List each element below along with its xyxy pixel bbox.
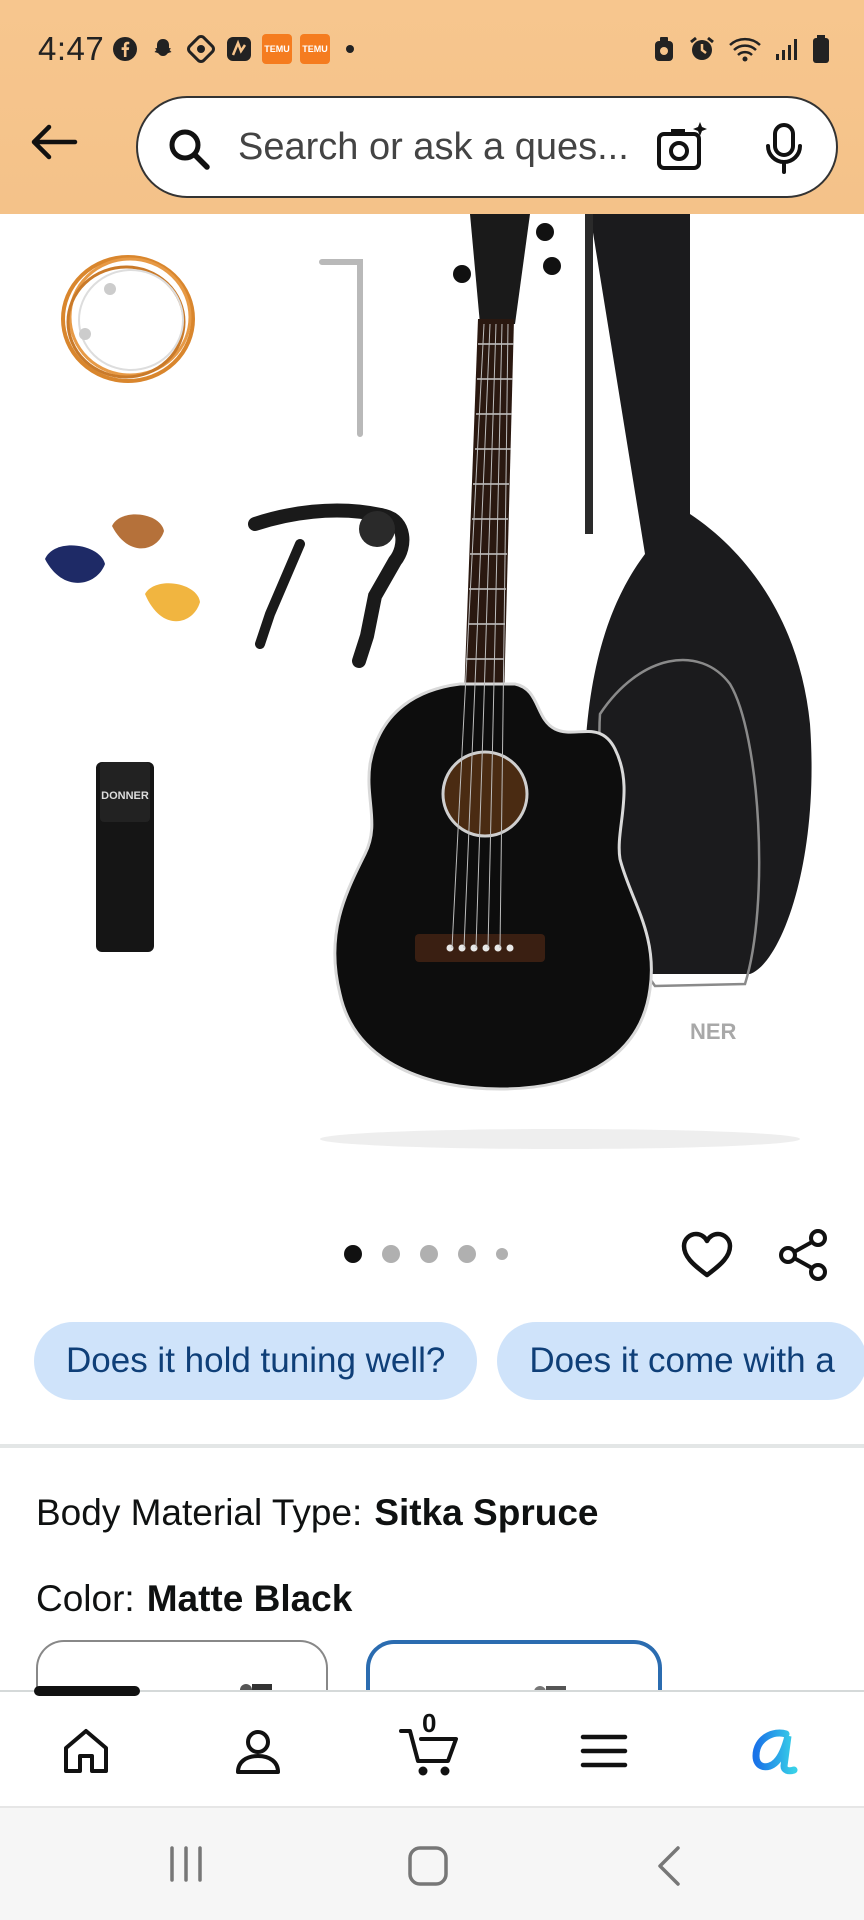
question-chips: Does it hold tuning well? Does it come w…	[34, 1322, 864, 1400]
snapchat-icon	[148, 34, 178, 64]
product-image: DONNER NER	[45, 214, 812, 1149]
color-value: Matte Black	[146, 1578, 353, 1619]
facebook-icon	[110, 34, 140, 64]
carousel-dot[interactable]	[420, 1245, 438, 1263]
nav-menu[interactable]	[568, 1716, 640, 1786]
recent-apps-icon[interactable]	[164, 1844, 208, 1889]
microphone-icon[interactable]	[762, 122, 806, 181]
more-notifications-dot	[346, 45, 354, 53]
question-chip[interactable]: Does it come with a	[497, 1322, 864, 1400]
bag-brand: NER	[690, 1019, 737, 1044]
carousel-indicators	[344, 1245, 508, 1263]
status-bar: 4:47 TEMU TEMU	[0, 0, 864, 96]
body-material-label: Body Material Type:	[36, 1492, 363, 1533]
app-header: 4:47 TEMU TEMU Search or ask a ques...	[0, 0, 864, 214]
battery-saver-icon	[652, 35, 676, 68]
guitar-picks-accessory	[45, 514, 200, 622]
nav-account[interactable]	[222, 1716, 294, 1786]
body-material-row: Body Material Type: Sitka Spruce	[36, 1492, 598, 1534]
product-image-carousel[interactable]: DONNER NER	[0, 214, 864, 1184]
nav-cart[interactable]: 0	[394, 1708, 466, 1786]
home-icon	[64, 1729, 108, 1773]
camera-search-icon[interactable]	[654, 120, 710, 181]
section-divider	[0, 1444, 864, 1448]
search-input[interactable]: Search or ask a ques...	[238, 126, 629, 169]
app-icon	[186, 34, 216, 64]
menu-icon	[580, 1734, 628, 1768]
system-navigation-bar	[0, 1806, 864, 1920]
color-row: Color: Matte Black	[36, 1578, 352, 1620]
carousel-dot[interactable]	[344, 1245, 362, 1263]
temu-icon: TEMU	[262, 34, 292, 64]
carousel-dot[interactable]	[496, 1248, 508, 1260]
carousel-dot[interactable]	[382, 1245, 400, 1263]
nav-home[interactable]	[50, 1716, 122, 1786]
capo-accessory	[248, 503, 410, 668]
back-arrow-icon	[31, 124, 78, 160]
guitar-strap-accessory: DONNER	[96, 762, 154, 952]
battery-icon	[812, 34, 830, 69]
signal-icon	[774, 36, 800, 67]
system-status-icons	[652, 34, 830, 69]
notification-icons: TEMU TEMU	[110, 34, 354, 64]
cart-count: 0	[422, 1708, 437, 1738]
active-tab-indicator	[34, 1686, 140, 1696]
home-button-icon[interactable]	[406, 1844, 450, 1893]
question-chip[interactable]: Does it hold tuning well?	[34, 1322, 478, 1400]
strap-brand: DONNER	[101, 790, 149, 802]
nav-ai-assistant[interactable]	[740, 1716, 812, 1786]
wishlist-heart-icon[interactable]	[680, 1228, 734, 1287]
alarm-icon	[688, 35, 716, 68]
temu-icon: TEMU	[300, 34, 330, 64]
allen-wrench-accessory	[319, 259, 363, 437]
system-back-icon[interactable]	[654, 1844, 684, 1893]
account-icon	[236, 1730, 280, 1774]
wifi-icon	[728, 35, 762, 68]
guitar-strings-accessory	[61, 255, 195, 383]
share-icon[interactable]	[776, 1228, 830, 1287]
bottom-navigation: 0	[0, 1686, 864, 1806]
status-time: 4:47	[38, 30, 105, 67]
carousel-dot[interactable]	[458, 1245, 476, 1263]
search-bar[interactable]: Search or ask a ques...	[136, 96, 838, 198]
search-icon	[166, 126, 212, 177]
color-label: Color:	[36, 1578, 135, 1619]
body-material-value: Sitka Spruce	[374, 1492, 599, 1533]
ai-assistant-icon	[752, 1729, 798, 1775]
back-button[interactable]	[26, 118, 82, 166]
app-icon	[224, 34, 254, 64]
